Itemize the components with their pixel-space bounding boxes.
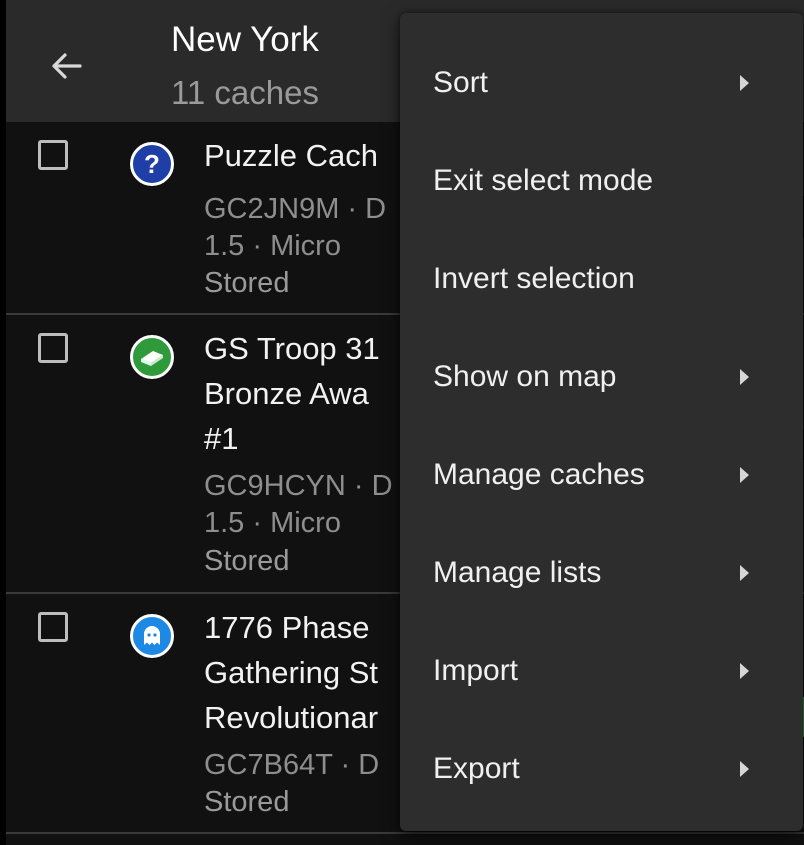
menu-item-label: Manage caches bbox=[433, 458, 645, 491]
menu-item-import[interactable]: Import bbox=[400, 623, 803, 719]
submenu-arrow-icon bbox=[740, 761, 749, 777]
submenu-arrow-icon bbox=[740, 663, 749, 679]
menu-item-label: Exit select mode bbox=[433, 164, 654, 197]
cache-title-line: Bronze Awa bbox=[204, 376, 369, 411]
menu-item-label: Manage lists bbox=[433, 556, 602, 589]
cache-title-line: #1 bbox=[204, 421, 239, 456]
cache-count: 11 caches bbox=[171, 74, 319, 111]
app-screen: New York 11 caches ? Puzzle Cach GC2JN9M… bbox=[6, 0, 804, 845]
submenu-arrow-icon bbox=[740, 75, 749, 91]
menu-item-sort[interactable]: Sort bbox=[400, 35, 803, 131]
list-title: New York bbox=[171, 20, 319, 59]
menu-item-exit-select-mode[interactable]: Exit select mode bbox=[400, 133, 803, 229]
menu-item-export[interactable]: Export bbox=[400, 721, 803, 817]
back-arrow-icon[interactable] bbox=[46, 46, 86, 86]
submenu-arrow-icon bbox=[740, 467, 749, 483]
cache-details-line: GC7B64T · D bbox=[204, 749, 380, 781]
cache-status: Stored bbox=[204, 786, 290, 818]
menu-item-manage-lists[interactable]: Manage lists bbox=[400, 525, 803, 621]
cache-details-line: GC2JN9M · D bbox=[204, 193, 387, 225]
cache-title-line: Revolutionar bbox=[204, 700, 379, 735]
cache-details-line: 1.5 · Micro bbox=[204, 507, 341, 539]
cache-status: Stored bbox=[204, 267, 290, 299]
select-checkbox[interactable] bbox=[38, 140, 68, 170]
overflow-menu: Sort Exit select mode Invert selection S… bbox=[400, 13, 803, 831]
menu-item-label: Show on map bbox=[433, 360, 617, 393]
menu-item-show-on-map[interactable]: Show on map bbox=[400, 329, 803, 425]
menu-item-label: Export bbox=[433, 752, 520, 785]
cache-title-line: Puzzle Cach bbox=[204, 138, 379, 173]
traditional-box-icon bbox=[130, 335, 174, 379]
cache-status: Stored bbox=[204, 545, 290, 577]
select-checkbox[interactable] bbox=[38, 333, 68, 363]
cache-title-line: 1776 Phase bbox=[204, 610, 370, 645]
svg-text:?: ? bbox=[144, 149, 160, 179]
select-checkbox[interactable] bbox=[38, 612, 68, 642]
menu-item-manage-caches[interactable]: Manage caches bbox=[400, 427, 803, 523]
cache-details-line: GC9HCYN · D bbox=[204, 470, 393, 502]
ghost-icon bbox=[130, 614, 174, 658]
submenu-arrow-icon bbox=[740, 565, 749, 581]
submenu-arrow-icon bbox=[740, 369, 749, 385]
menu-item-label: Import bbox=[433, 654, 519, 687]
menu-item-invert-selection[interactable]: Invert selection bbox=[400, 231, 803, 327]
menu-item-label: Sort bbox=[433, 66, 489, 99]
menu-item-label: Invert selection bbox=[433, 262, 635, 295]
cache-title-line: Gathering St bbox=[204, 655, 379, 690]
question-mark-icon: ? bbox=[130, 142, 174, 186]
cache-details-line: 1.5 · Micro bbox=[204, 230, 341, 262]
cache-title-line: GS Troop 31 bbox=[204, 331, 380, 366]
